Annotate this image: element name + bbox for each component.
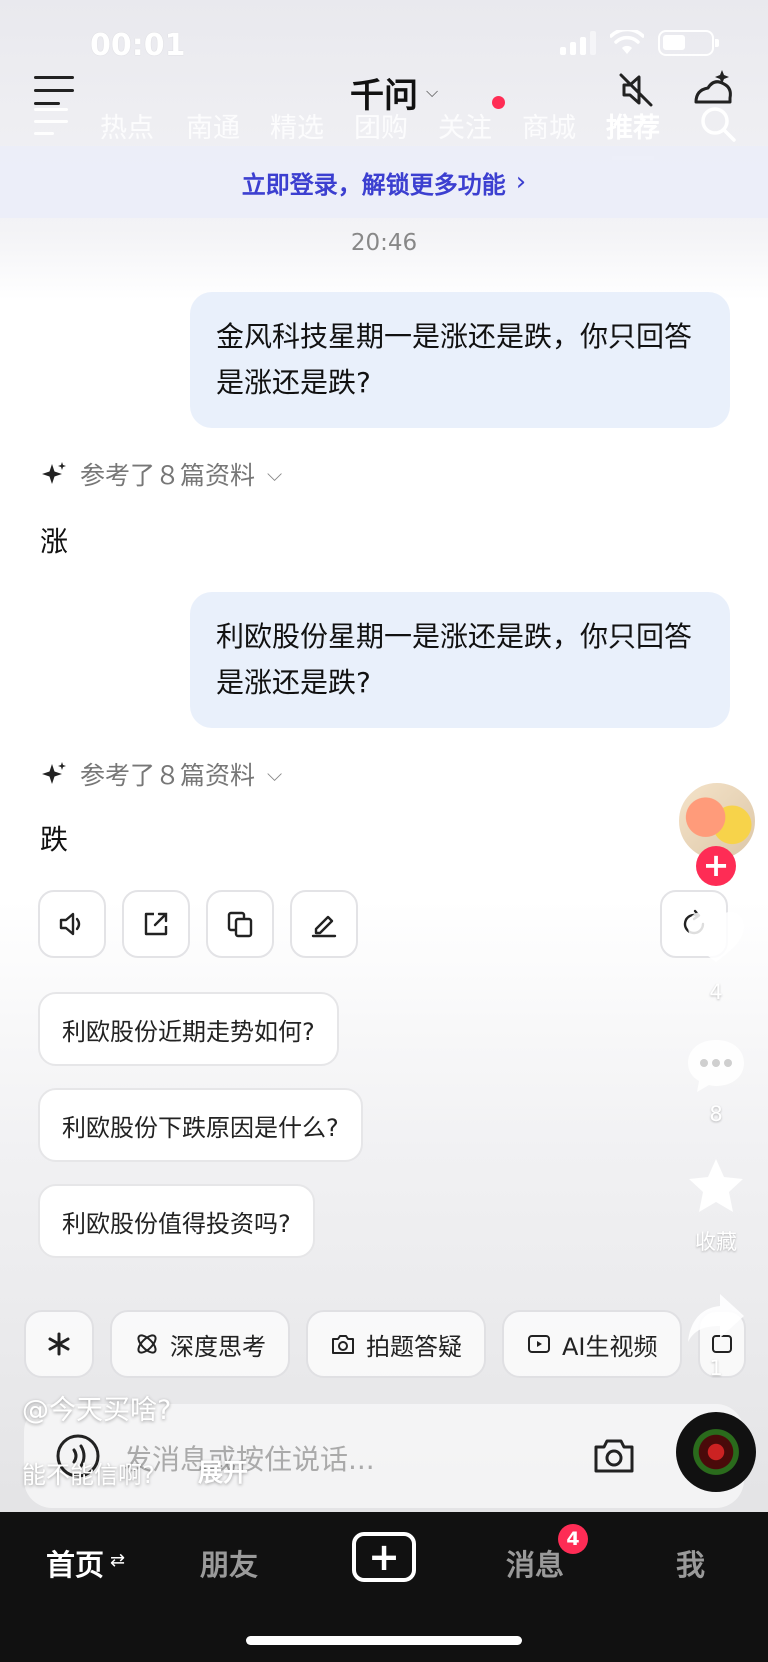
- login-banner[interactable]: 立即登录，解锁更多功能 ›: [0, 146, 768, 218]
- heart-icon[interactable]: [684, 908, 748, 968]
- tab-recommend[interactable]: 推荐: [606, 106, 660, 145]
- chevron-right-icon: ›: [515, 167, 527, 197]
- ai-video-chip[interactable]: AI生视频: [502, 1310, 682, 1378]
- author-username[interactable]: @今天买啥?: [22, 1388, 171, 1427]
- switch-icon[interactable]: ⇄: [110, 1550, 125, 1571]
- tab-nantong[interactable]: 南通: [186, 106, 240, 145]
- suggestion-chip[interactable]: 利欧股份近期走势如何?: [38, 992, 339, 1066]
- ai-video-label: AI生视频: [562, 1332, 658, 1361]
- message-input-placeholder[interactable]: 发消息或按住说话...: [124, 1438, 375, 1478]
- share-arrow-icon[interactable]: [684, 1288, 748, 1348]
- chevron-down-icon[interactable]: ⌵: [426, 82, 438, 102]
- like-count: 4: [709, 980, 723, 1004]
- share-button[interactable]: [122, 890, 190, 958]
- references-label: 参考了８篇资料: [80, 461, 256, 490]
- hamburger-icon[interactable]: [34, 108, 68, 138]
- home-indicator: [246, 1636, 522, 1645]
- camera-small-icon: [332, 1335, 354, 1354]
- copy-button[interactable]: [206, 890, 274, 958]
- references-label: 参考了８篇资料: [80, 761, 256, 790]
- tab-mall[interactable]: 商城: [522, 106, 576, 145]
- favorite-label: 收藏: [695, 1230, 737, 1254]
- expand-caption-link[interactable]: 展开: [198, 1453, 248, 1489]
- tab-following[interactable]: 关注: [438, 106, 492, 145]
- suggestion-chip[interactable]: 利欧股份值得投资吗?: [38, 1184, 315, 1258]
- speaker-button[interactable]: [38, 890, 106, 958]
- asterisk-button[interactable]: [24, 1310, 94, 1378]
- screen: 00:01 千问 ⌵ 热点 南通 精选 团购 关注 商城 推荐 立即登录，解锁更…: [0, 0, 768, 1662]
- follow-plus-icon[interactable]: +: [696, 846, 736, 886]
- sparkle-small-icon: [42, 462, 66, 484]
- create-button[interactable]: +: [352, 1532, 416, 1582]
- message-actions: [38, 890, 358, 958]
- star-icon[interactable]: [684, 1156, 748, 1216]
- copy-icon: [227, 911, 253, 938]
- assistant-answer: 跌: [40, 823, 69, 856]
- nav-me[interactable]: 我: [676, 1542, 705, 1584]
- asterisk-icon: [48, 1332, 70, 1356]
- speaker-icon: [59, 912, 81, 936]
- tab-featured[interactable]: 精选: [270, 106, 324, 145]
- login-banner-text: 立即登录，解锁更多功能: [241, 170, 506, 199]
- references-toggle[interactable]: 参考了８篇资料 ⌵: [40, 756, 282, 792]
- edit-button[interactable]: [290, 890, 358, 958]
- share-icon: [144, 912, 168, 936]
- plus-icon: +: [368, 1535, 400, 1579]
- tab-hot[interactable]: 热点: [100, 106, 154, 145]
- comment-count: 8: [709, 1102, 723, 1126]
- share-count: 1: [709, 1356, 723, 1380]
- chevron-down-icon: ⌵: [267, 462, 283, 486]
- photo-qa-chip[interactable]: 拍题答疑: [306, 1310, 486, 1378]
- atom-icon: [137, 1334, 157, 1354]
- references-toggle[interactable]: 参考了８篇资料 ⌵: [40, 456, 282, 492]
- deep-thinking-chip[interactable]: 深度思考: [110, 1310, 290, 1378]
- signal-icon: [560, 31, 596, 55]
- sparkle-small-icon: [42, 762, 66, 784]
- user-message-bubble[interactable]: 金风科技星期一是涨还是跌，你只回答是涨还是跌?: [190, 292, 730, 428]
- video-icon: [528, 1335, 550, 1353]
- music-disc[interactable]: [676, 1412, 756, 1492]
- comment-icon[interactable]: [684, 1036, 748, 1096]
- status-icons: [560, 30, 719, 56]
- status-time: 00:01: [90, 28, 186, 63]
- messages-badge: 4: [558, 1524, 588, 1554]
- chevron-down-icon: ⌵: [267, 762, 283, 786]
- chat-timestamp: 20:46: [350, 230, 418, 256]
- user-message-bubble[interactable]: 利欧股份星期一是涨还是跌，你只回答是涨还是跌?: [190, 592, 730, 728]
- battery-icon: [658, 30, 719, 56]
- tool-chips: 深度思考 拍题答疑 AI生视频: [24, 1310, 746, 1378]
- nav-friends[interactable]: 朋友: [200, 1542, 258, 1584]
- tab-groupbuy[interactable]: 团购: [354, 106, 408, 145]
- video-caption: 能不能信啊?: [22, 1461, 155, 1489]
- deep-thinking-label: 深度思考: [170, 1332, 266, 1361]
- assistant-answer: 涨: [40, 525, 69, 558]
- photo-qa-label: 拍题答疑: [366, 1332, 462, 1361]
- camera-icon[interactable]: [592, 1436, 636, 1476]
- wifi-icon: [610, 30, 644, 54]
- notification-dot: [492, 96, 505, 109]
- nav-messages[interactable]: 消息: [506, 1542, 564, 1584]
- nav-home[interactable]: 首页: [46, 1542, 104, 1584]
- search-icon[interactable]: [698, 104, 738, 144]
- edit-icon: [311, 915, 337, 938]
- suggestion-chip[interactable]: 利欧股份下跌原因是什么?: [38, 1088, 363, 1162]
